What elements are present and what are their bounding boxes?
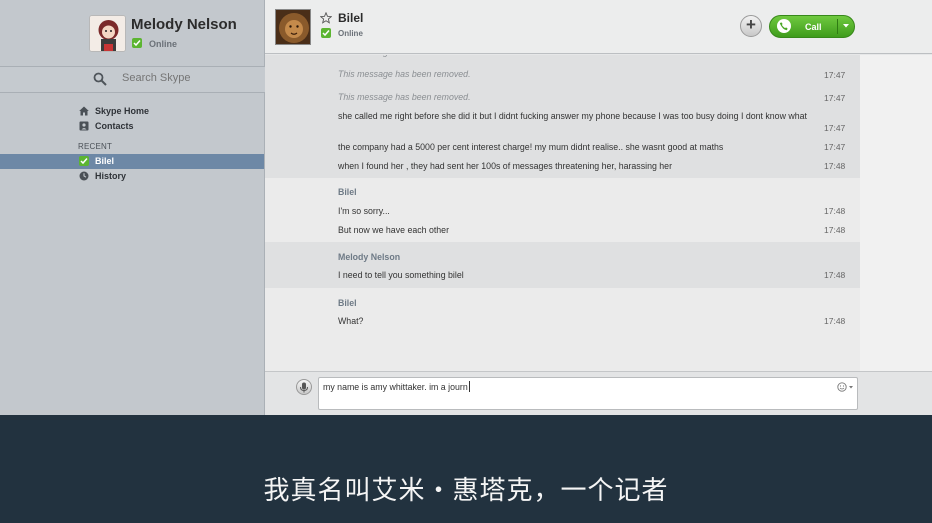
online-status-icon xyxy=(79,156,89,166)
divider xyxy=(837,19,838,34)
message-group: Melody Nelson I need to tell you somethi… xyxy=(265,242,860,288)
message-group: Bilel What? 17:48 xyxy=(265,288,860,336)
contact-name: Bilel xyxy=(338,11,364,25)
online-status-icon xyxy=(132,38,142,48)
emoticon-icon[interactable] xyxy=(837,382,854,392)
sidebar-item-bilel[interactable]: Bilel xyxy=(0,154,264,169)
home-icon xyxy=(79,106,89,116)
subtitle-caption: 我真名叫艾米・惠塔克，一个记者 xyxy=(263,476,669,506)
message-text: This message has been removed. xyxy=(338,92,471,102)
message-group: This message has been removed. 17:47 Thi… xyxy=(265,55,860,178)
search-bar[interactable] xyxy=(0,66,265,93)
message-text: This message has been removed. xyxy=(338,69,471,79)
chat-margin xyxy=(860,55,932,371)
sidebar-item-label: Skype Home xyxy=(95,106,150,116)
sidebar: Melody Nelson Online Skype Home xyxy=(0,0,265,415)
message-time: 17:48 xyxy=(824,270,846,280)
sidebar-item-label: Contacts xyxy=(95,121,134,131)
avatar[interactable] xyxy=(89,15,126,52)
clock-icon xyxy=(79,171,89,181)
message-time: 17:48 xyxy=(824,225,846,235)
chat-history[interactable]: This message has been removed. 17:47 Thi… xyxy=(265,55,932,371)
conversation-header: Bilel Online + Call xyxy=(265,0,932,54)
message-time: 17:48 xyxy=(824,316,846,326)
add-participant-button[interactable]: + xyxy=(740,15,762,37)
call-button[interactable]: Call xyxy=(769,15,855,38)
contact-status: Online xyxy=(338,29,363,38)
sender-name: Melody Nelson xyxy=(338,252,401,262)
search-input[interactable] xyxy=(122,72,242,84)
sidebar-item-label: History xyxy=(95,171,127,181)
favorite-star-icon[interactable] xyxy=(320,12,332,24)
contact-avatar[interactable] xyxy=(275,9,311,45)
sender-name: Bilel xyxy=(338,298,357,308)
message-time: 17:48 xyxy=(824,161,846,171)
sender-name: Bilel xyxy=(338,187,357,197)
message-time: 17:48 xyxy=(824,206,846,216)
message-text: when I found her , they had sent her 100… xyxy=(338,161,673,171)
message-time: 17:47 xyxy=(824,70,846,80)
skype-window: Melody Nelson Online Skype Home xyxy=(0,0,932,415)
sidebar-item-history[interactable]: History xyxy=(0,169,264,184)
chevron-down-icon[interactable] xyxy=(841,22,851,30)
search-icon xyxy=(93,72,107,86)
message-time: 17:47 xyxy=(824,93,846,103)
plus-icon: + xyxy=(746,15,756,34)
contacts-icon xyxy=(79,121,89,131)
message-time: 17:47 xyxy=(824,142,846,152)
message-time: 17:47 xyxy=(824,55,845,57)
message-text: the company had a 5000 per cent interest… xyxy=(338,142,724,152)
profile-name: Melody Nelson xyxy=(131,16,237,33)
message-text: she called me right before she did it bu… xyxy=(338,111,807,121)
message-text: What? xyxy=(338,316,364,326)
message-group: Bilel I'm so sorry... 17:48 But now we h… xyxy=(265,178,860,242)
sidebar-item-contacts[interactable]: Contacts xyxy=(0,119,264,134)
phone-icon xyxy=(777,19,791,33)
recent-header: RECENT xyxy=(78,142,113,151)
call-label: Call xyxy=(805,22,822,32)
message-text: I need to tell you something bilel xyxy=(338,270,464,280)
profile-status[interactable]: Online xyxy=(149,39,177,49)
message-time: 17:47 xyxy=(824,123,846,133)
online-status-icon xyxy=(321,28,331,38)
microphone-icon[interactable] xyxy=(296,379,312,395)
text-caret xyxy=(469,381,470,392)
message-text: This message has been removed. xyxy=(338,55,808,58)
sidebar-item-label: Bilel xyxy=(95,156,115,166)
sidebar-item-skype-home[interactable]: Skype Home xyxy=(0,104,264,119)
compose-bar: my name is amy whittaker. im a journ xyxy=(265,371,932,415)
message-text: I'm so sorry... xyxy=(338,206,390,216)
profile-header[interactable]: Melody Nelson Online xyxy=(0,0,265,66)
message-input-text: my name is amy whittaker. im a journ xyxy=(323,382,468,392)
message-input[interactable]: my name is amy whittaker. im a journ xyxy=(318,377,858,410)
message-text: But now we have each other xyxy=(338,225,450,235)
